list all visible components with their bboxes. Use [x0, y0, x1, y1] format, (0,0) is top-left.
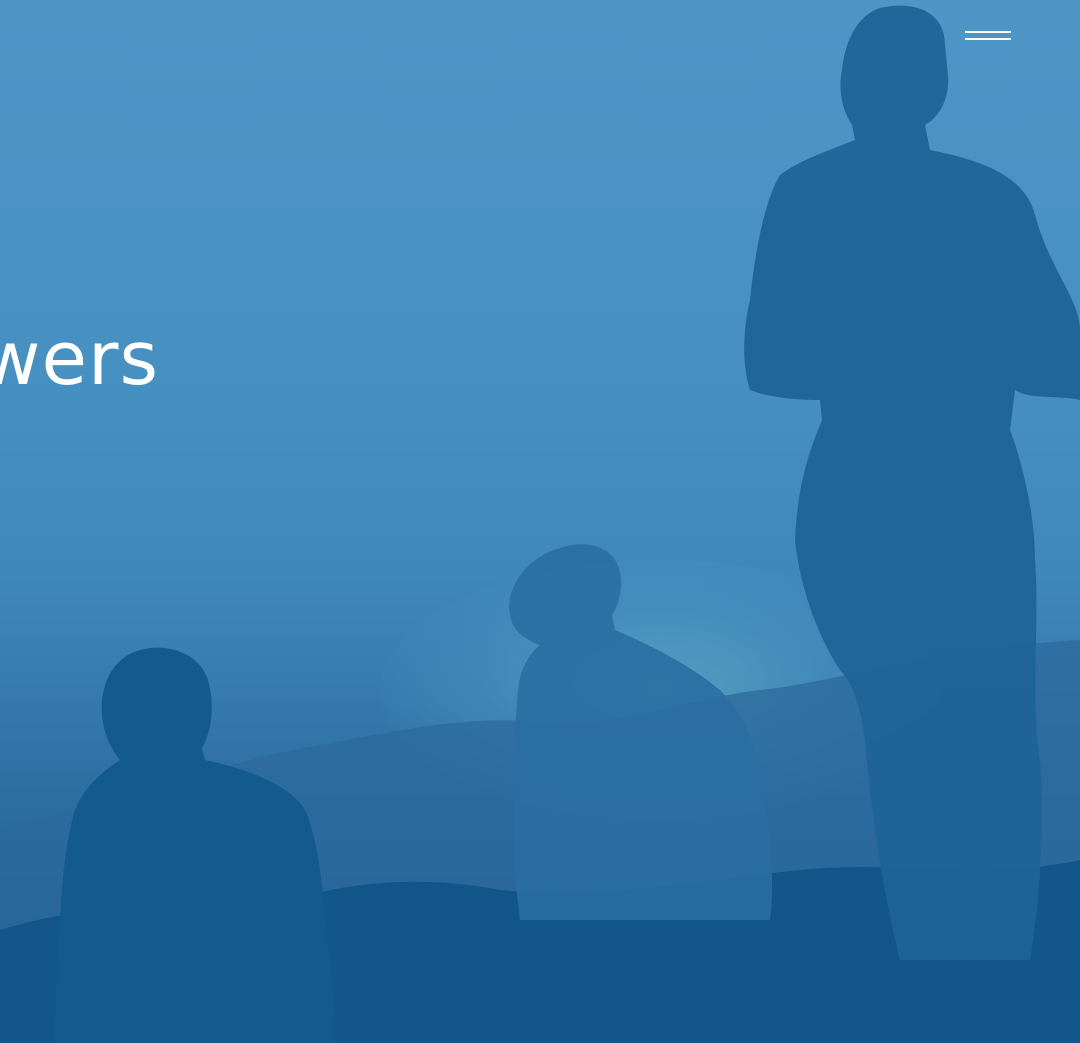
hero-title: wers	[0, 316, 160, 402]
hamburger-menu-button[interactable]	[956, 18, 1020, 52]
hero-section: wers	[0, 0, 1080, 1043]
hamburger-menu-icon	[965, 30, 1011, 33]
sitting-person-left-silhouette	[55, 647, 335, 1043]
hamburger-menu-icon-bar	[965, 37, 1011, 40]
sitting-person-middle-silhouette	[509, 544, 773, 920]
hero-background-photo	[0, 5, 1080, 1043]
